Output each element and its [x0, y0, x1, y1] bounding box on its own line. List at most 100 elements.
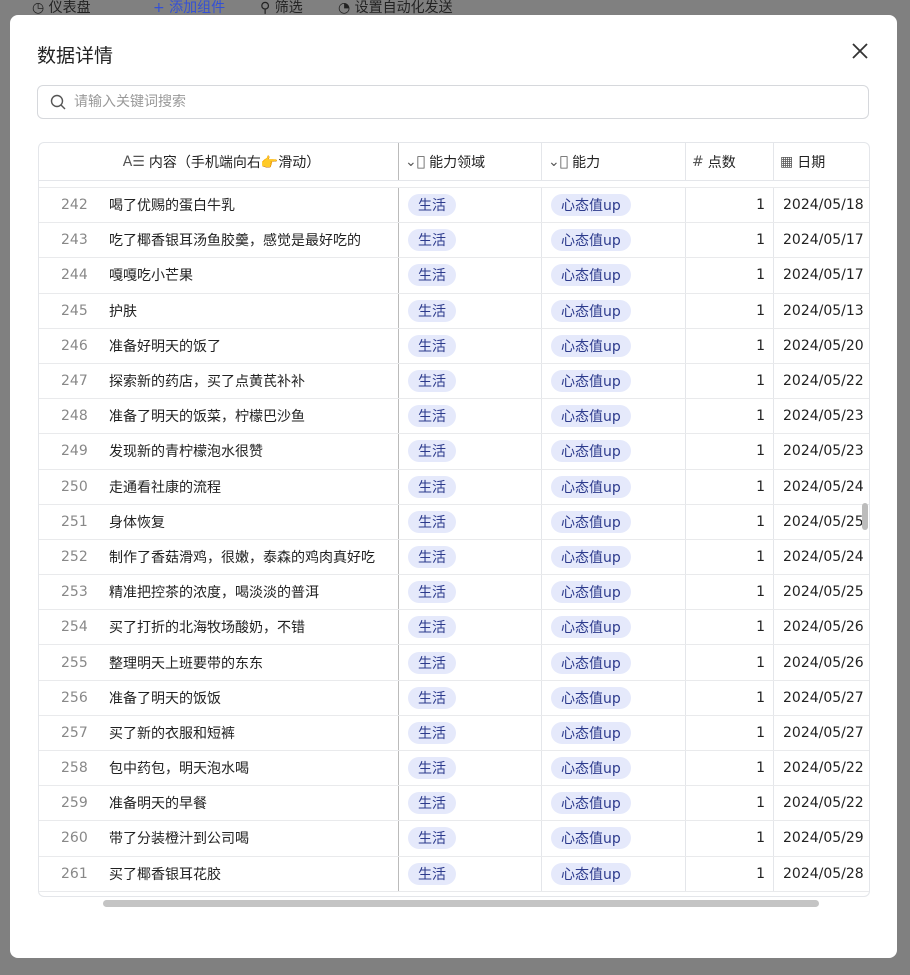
ability-tag: 心态值up	[551, 686, 631, 709]
content-cell: 259 准备明天的早餐	[39, 786, 399, 821]
table-row[interactable]: 246 准备好明天的饭了 生活 心态值up 1 2024/05/20	[39, 328, 869, 364]
ability-cell: 心态值up	[542, 539, 686, 575]
content-text: 探索新的药店，买了点黄芪补补	[109, 374, 305, 391]
content-text: 准备了明天的饭菜，柠檬巴沙鱼	[109, 409, 305, 426]
table-row[interactable]: 245 护肤 生活 心态值up 1 2024/05/13	[39, 293, 869, 329]
ability-cell: 心态值up	[542, 328, 686, 363]
domain-cell: 生活	[399, 363, 542, 399]
column-header-date[interactable]: ▦ 日期	[774, 143, 869, 180]
ability-tag: 心态值up	[551, 405, 631, 428]
domain-cell: 生活	[399, 223, 542, 258]
date-cell: 2024/05/24	[783, 548, 864, 565]
date-cell: 2024/05/13	[783, 302, 864, 319]
column-label: 内容（手机端向右👉滑动）	[148, 154, 321, 171]
background-toolbar: ◷ 仪表盘 + 添加组件 ⚲ 筛选 ◔ 设置自动化发送	[0, 0, 910, 16]
date-cell: 2024/05/28	[783, 865, 864, 882]
row-number: 246	[61, 337, 88, 354]
content-cell: 248 准备了明天的饭菜，柠檬巴沙鱼	[39, 399, 399, 434]
search-input[interactable]	[74, 94, 868, 110]
content-text: 带了分装橙汁到公司喝	[109, 831, 249, 848]
ability-tag: 心态值up	[551, 651, 631, 674]
ability-tag: 心态值up	[551, 581, 631, 604]
ability-cell: 心态值up	[542, 469, 686, 504]
table-body: 242 喝了优赐的蛋白牛乳 生活 心态值up 1 2024/05/18 243 吃了椰…	[39, 188, 869, 892]
content-text: 包中药包，明天泡水喝	[109, 761, 249, 778]
row-number: 259	[61, 795, 88, 812]
table-row[interactable]: 243 吃了椰香银耳汤鱼胶羹，感觉是最好吃的 生活 心态值up 1 2024/05…	[39, 223, 869, 259]
ability-cell: 心态值up	[542, 293, 686, 328]
ability-tag: 心态值up	[551, 757, 631, 780]
column-header-points[interactable]: # 点数	[686, 143, 774, 180]
ability-tag: 心态值up	[551, 334, 631, 357]
domain-cell: 生活	[399, 715, 542, 750]
points-cell: 1	[686, 223, 774, 258]
domain-cell: 生活	[399, 258, 542, 293]
domain-cell: 生活	[399, 680, 542, 715]
points-cell: 1	[686, 856, 774, 891]
content-text: 身体恢复	[109, 514, 165, 531]
table-row[interactable]: 247 探索新的药店，买了点黄芪补补 生活 心态值up 1 2024/05/22	[39, 363, 869, 400]
ability-cell: 心态值up	[542, 504, 686, 539]
content-text: 嘎嘎吃小芒果	[109, 268, 193, 285]
table-row[interactable]: 258 包中药包，明天泡水喝 生活 心态值up 1 2024/05/22	[39, 751, 869, 787]
table-row[interactable]: 261 买了椰香银耳花胶 生活 心态值up 1 2024/05/28	[39, 856, 869, 892]
domain-tag: 生活	[408, 827, 456, 850]
table-row[interactable]: 248 准备了明天的饭菜，柠檬巴沙鱼 生活 心态值up 1 2024/05/23	[39, 399, 869, 435]
vertical-scrollbar[interactable]	[862, 503, 868, 530]
table-row[interactable]: 251 身体恢复 生活 心态值up 1 2024/05/25	[39, 504, 869, 540]
points-cell: 1	[686, 188, 774, 223]
column-header-domain[interactable]: ⌄⃝ 能力领域	[399, 143, 542, 180]
single-select-icon: ⌄⃝	[405, 153, 426, 170]
domain-cell: 生活	[399, 821, 542, 856]
auto-send-label: 设置自动化发送	[354, 0, 453, 16]
table-row[interactable]: 259 准备明天的早餐 生活 心态值up 1 2024/05/22	[39, 786, 869, 822]
points-cell: 1	[686, 610, 774, 645]
domain-cell: 生活	[399, 293, 542, 328]
points-cell: 1	[686, 786, 774, 821]
content-cell: 258 包中药包，明天泡水喝	[39, 751, 399, 786]
ability-tag: 心态值up	[551, 370, 631, 393]
row-number: 252	[61, 548, 88, 565]
horizontal-scrollbar[interactable]	[103, 900, 819, 907]
table-row[interactable]: 257 买了新的衣服和短裤 生活 心态值up 1 2024/05/27	[39, 715, 869, 751]
points-cell: 1	[686, 751, 774, 786]
points-cell: 1	[686, 399, 774, 434]
row-number: 244	[61, 267, 88, 284]
ability-cell: 心态值up	[542, 645, 686, 680]
content-text: 精准把控茶的浓度，喝淡淡的普洱	[109, 585, 319, 602]
domain-cell: 生活	[399, 399, 542, 434]
points-cell: 1	[686, 504, 774, 539]
table-row[interactable]: 253 精准把控茶的浓度，喝淡淡的普洱 生活 心态值up 1 2024/05/25	[39, 575, 869, 611]
row-number: 243	[61, 232, 88, 249]
domain-tag: 生活	[408, 334, 456, 357]
points-cell: 1	[686, 680, 774, 715]
table-row[interactable]: 252 制作了香菇滑鸡，很嫩，泰森的鸡肉真好吃 生活 心态值up 1 2024/0…	[39, 539, 869, 576]
ability-cell: 心态值up	[542, 188, 686, 223]
ability-cell: 心态值up	[542, 223, 686, 258]
data-table: A☰ 内容（手机端向右👉滑动） ⌄⃝ 能力领域 ⌄⃝ 能力 # 点数 ▦ 日期 242 喝了…	[38, 142, 870, 897]
ability-tag: 心态值up	[551, 475, 631, 498]
date-cell: 2024/05/26	[783, 619, 864, 636]
content-cell: 261 买了椰香银耳花胶	[39, 856, 399, 891]
table-row[interactable]: 242 喝了优赐的蛋白牛乳 生活 心态值up 1 2024/05/18	[39, 188, 869, 224]
points-cell: 1	[686, 645, 774, 680]
table-row[interactable]: 244 嘎嘎吃小芒果 生活 心态值up 1 2024/05/17	[39, 258, 869, 294]
date-cell: 2024/05/29	[783, 830, 864, 847]
column-header-content[interactable]: A☰ 内容（手机端向右👉滑动）	[39, 143, 399, 180]
column-header-ability[interactable]: ⌄⃝ 能力	[542, 143, 686, 180]
content-cell: 245 护肤	[39, 293, 399, 328]
domain-tag: 生活	[408, 229, 456, 252]
row-number: 256	[61, 689, 88, 706]
ability-cell: 心态值up	[542, 434, 686, 469]
points-cell: 1	[686, 258, 774, 293]
table-row[interactable]: 249 发现新的青柠檬泡水很赞 生活 心态值up 1 2024/05/23	[39, 434, 869, 470]
table-row[interactable]: 254 买了打折的北海牧场酸奶，不错 生活 心态值up 1 2024/05/26	[39, 610, 869, 646]
domain-cell: 生活	[399, 575, 542, 610]
table-row[interactable]: 255 整理明天上班要带的东东 生活 心态值up 1 2024/05/26	[39, 645, 869, 681]
table-row[interactable]: 250 走通看社康的流程 生活 心态值up 1 2024/05/24	[39, 469, 869, 505]
table-row[interactable]: 256 准备了明天的饭饭 生活 心态值up 1 2024/05/27	[39, 680, 869, 716]
domain-cell: 生活	[399, 434, 542, 469]
table-row[interactable]: 260 带了分装橙汁到公司喝 生活 心态值up 1 2024/05/29	[39, 821, 869, 857]
close-icon[interactable]	[848, 39, 872, 63]
date-cell: 2024/05/20	[783, 337, 864, 354]
